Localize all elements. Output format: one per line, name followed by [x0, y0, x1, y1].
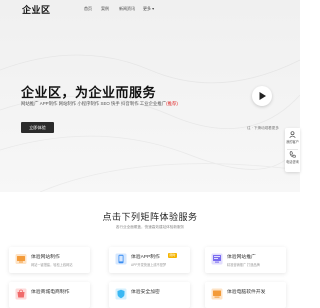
services-title: 点击下列矩阵体验服务 — [102, 212, 198, 222]
service-card-title: 体验商城电商制作 — [31, 290, 70, 295]
play-video-button[interactable] — [252, 86, 272, 106]
promotion-icon — [211, 253, 223, 265]
float-item-phone[interactable]: 电话咨询 — [285, 151, 300, 164]
service-card-title: 体验安全加密 — [131, 290, 160, 295]
top-navigation-bar: 企业区 首页 案例 新闻资讯 更多 ▾ — [0, 0, 300, 17]
user-icon — [289, 131, 296, 138]
service-card-app[interactable]: 体验APP制作 限时 APP开发快速上线不是梦 — [109, 247, 190, 273]
phone-icon — [289, 151, 296, 158]
service-card-title: 体验APP制作 — [131, 255, 160, 260]
site-logo[interactable]: 企业区 — [22, 3, 51, 16]
nav-item-cases[interactable]: 案例 — [101, 6, 109, 12]
try-now-button[interactable]: 立即体验 — [21, 122, 54, 133]
floating-contact-panel: 我的客户 电话咨询 — [285, 128, 300, 172]
service-card-badge: 限时 — [168, 253, 178, 258]
services-subtitle: 各行业全面覆盖，快速高效建站体验新服务 — [115, 225, 185, 229]
float-item-customer[interactable]: 我的客户 — [285, 131, 300, 144]
mall-icon — [15, 288, 27, 300]
hero-subtitle: 网站推广 APP制作 网站制作 小程序制作 SEO 快手 抖音制作 工业企业推广… — [21, 101, 178, 107]
float-panel-divider — [287, 149, 298, 150]
hero-subtitle-text: 网站推广 APP制作 网站制作 小程序制作 SEO 快手 抖音制作 工业企业推广 — [21, 101, 167, 106]
nav-item-more[interactable]: 更多 ▾ — [143, 6, 154, 12]
hero-subtitle-highlight[interactable]: (推荐) — [166, 101, 178, 106]
service-card-software[interactable]: 体验电脑软件开发 — [205, 282, 286, 308]
service-card-desc: APP开发快速上线不是梦 — [131, 263, 167, 267]
service-card-desc: 网站一键搭建，轻松上线网站 — [31, 263, 73, 267]
service-card-title: 体验网站制作 — [31, 255, 60, 260]
service-card-website[interactable]: 体验网站制作 网站一键搭建，轻松上线网站 — [9, 247, 90, 273]
service-card-promotion[interactable]: 体验网站推广 精准营销推广 打造品牌 — [205, 247, 286, 273]
nav-item-home[interactable]: 首页 — [84, 6, 92, 12]
hero-title: 企业区，为企业而服务 — [21, 85, 157, 100]
service-card-title: 体验电脑软件开发 — [227, 290, 266, 295]
service-card-title: 体验网站推广 — [227, 255, 256, 260]
website-icon — [15, 254, 27, 264]
ecommerce-icon — [211, 288, 223, 300]
float-item-customer-label: 我的客户 — [286, 140, 299, 144]
nav-item-news[interactable]: 新闻资讯 — [119, 6, 135, 12]
app-icon — [115, 253, 127, 265]
float-item-phone-label: 电话咨询 — [286, 160, 299, 164]
hero-banner: 企业区 首页 案例 新闻资讯 更多 ▾ 企业区，为企业而服务 网站推广 APP制… — [0, 0, 300, 192]
service-card-desc: 精准营销推广 打造品牌 — [227, 263, 260, 267]
service-card-mall[interactable]: 体验商城电商制作 — [9, 282, 90, 308]
play-icon — [259, 92, 266, 100]
security-icon — [115, 288, 127, 300]
scroll-hint: 往 · 下滑动观看更多 — [247, 126, 279, 130]
service-card-security[interactable]: 体验安全加密 — [109, 282, 190, 308]
